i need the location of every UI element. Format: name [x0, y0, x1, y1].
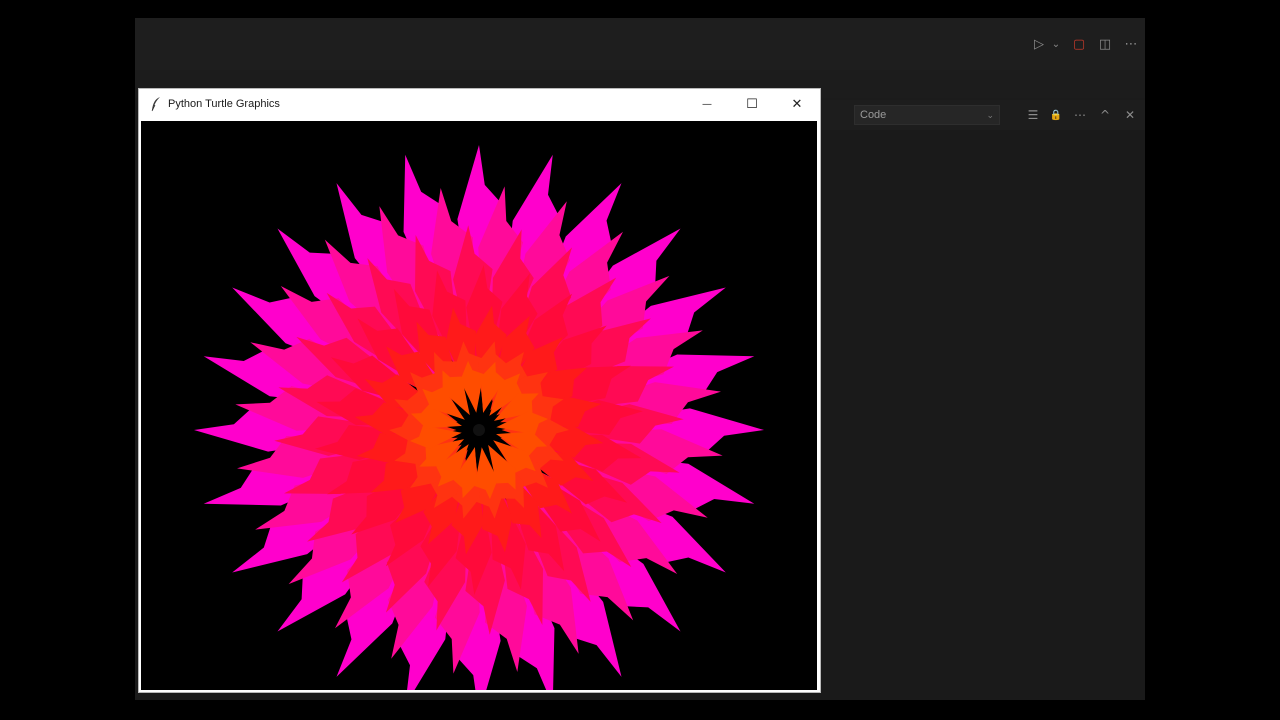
more-actions-icon[interactable]: ⋯: [1121, 34, 1141, 54]
maximize-button[interactable]: ☐: [729, 89, 775, 119]
close-icon: ✕: [791, 96, 803, 112]
output-channel-select[interactable]: Code ⌄: [854, 105, 1000, 125]
close-panel-icon[interactable]: ✕: [1120, 105, 1140, 125]
run-options-chevron-icon[interactable]: ⌄: [1046, 34, 1066, 54]
window-titlebar[interactable]: Python Turtle Graphics — ☐ ✕: [139, 89, 820, 119]
minimize-button[interactable]: —: [684, 89, 730, 119]
turtle-graphics-window[interactable]: Python Turtle Graphics — ☐ ✕: [138, 88, 821, 693]
turtle-cursor: [473, 424, 485, 436]
close-button[interactable]: ✕: [774, 89, 820, 119]
feather-app-icon: [151, 97, 160, 112]
chevron-down-icon: ⌄: [986, 110, 994, 120]
stop-icon[interactable]: ▢: [1069, 34, 1089, 54]
split-editor-icon[interactable]: ◫: [1095, 34, 1115, 54]
window-title: Python Turtle Graphics: [168, 98, 280, 110]
flower-drawing: [194, 145, 764, 690]
screen: ▷ ⌄ ▢ ◫ ⋯ Code ⌄ ☰ 🔒 ⋯ ^ ✕ Python Turtle…: [0, 0, 1280, 720]
lock-icon[interactable]: 🔒: [1046, 105, 1066, 125]
turtle-canvas[interactable]: [141, 121, 817, 690]
minimize-icon: —: [702, 98, 712, 110]
output-panel: Code ⌄ ☰ 🔒 ⋯ ^ ✕: [820, 100, 1145, 700]
panel-header: Code ⌄ ☰ 🔒 ⋯ ^ ✕: [820, 100, 1145, 130]
output-channel-value: Code: [860, 109, 887, 121]
filter-icon[interactable]: ☰: [1023, 105, 1043, 125]
more-icon[interactable]: ⋯: [1070, 105, 1090, 125]
maximize-icon: ☐: [746, 96, 758, 112]
editor-toolbar: ▷ ⌄ ▢ ◫ ⋯: [135, 18, 1145, 70]
maximize-panel-icon[interactable]: ^: [1095, 105, 1115, 125]
